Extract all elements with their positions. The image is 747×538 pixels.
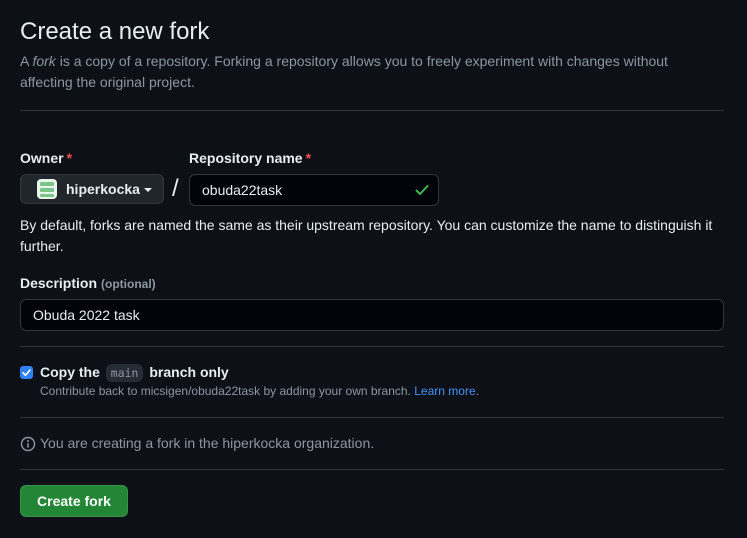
avatar [37,179,57,199]
copy-branch-label[interactable]: Copy the main branch only [40,364,229,382]
copy-branch-note: Contribute back to micsigen/obuda22task … [40,384,479,398]
check-icon [415,185,429,195]
divider [20,417,724,418]
page-title: Create a new fork [20,18,210,45]
branch-name-code: main [105,364,144,382]
divider [20,469,724,470]
divider [20,346,724,347]
owner-select-button[interactable]: hiperkocka [20,174,164,204]
naming-help-text: By default, forks are named the same as … [20,217,713,254]
owner-label: Owner * [20,150,73,166]
required-mark: * [66,150,73,166]
fork-destination-info: You are creating a fork in the hiperkock… [40,435,375,451]
optional-hint: (optional) [101,277,156,291]
description-input[interactable] [20,299,724,331]
repository-name-label: Repository name * [189,150,312,166]
info-icon [20,436,36,452]
repository-name-input[interactable] [189,174,439,206]
description-label: Description (optional) [20,275,156,291]
required-mark: * [305,150,312,166]
learn-more-link[interactable]: Learn more. [414,384,479,398]
page-intro: A fork is a copy of a repository. Forkin… [20,53,668,90]
owner-repo-separator: / [172,175,179,202]
copy-main-branch-checkbox[interactable] [20,366,33,379]
divider [20,110,724,111]
create-fork-button[interactable]: Create fork [20,485,128,517]
fork-term: fork [32,53,56,69]
owner-name: hiperkocka [66,181,140,197]
chevron-down-icon [143,188,152,192]
checkmark-icon [22,369,31,377]
